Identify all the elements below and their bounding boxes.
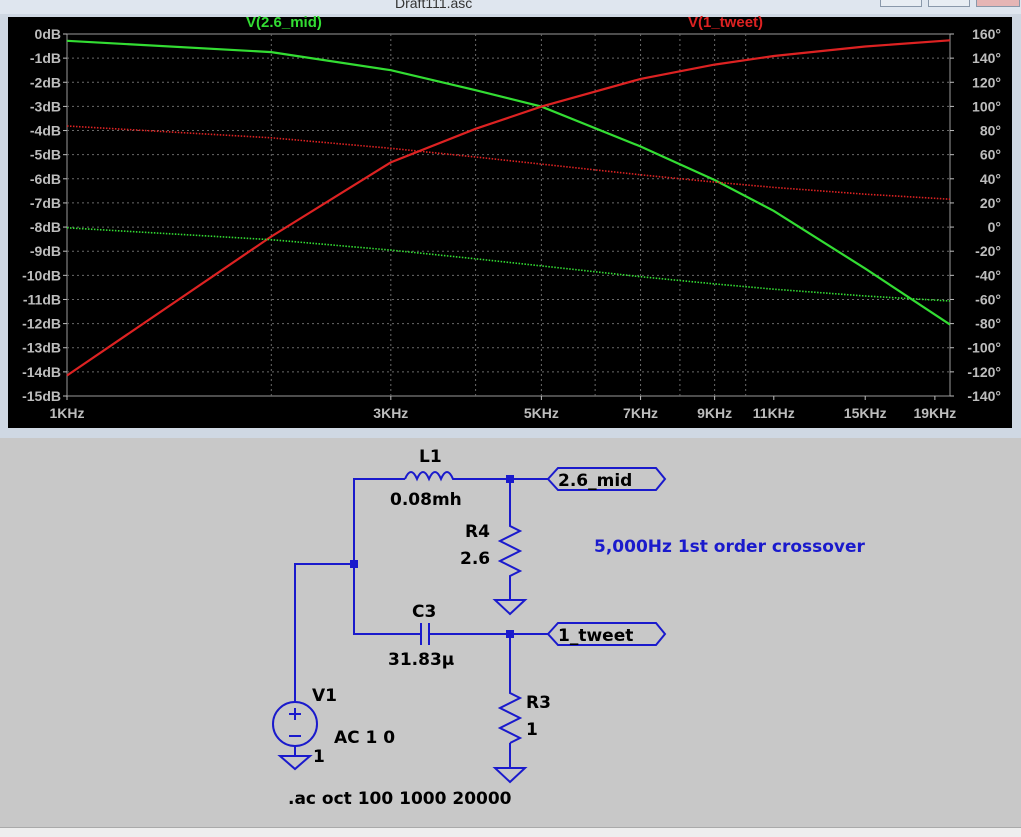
x-tick-label: 11KHz [753, 405, 795, 421]
x-tick-label: 1KHz [49, 405, 84, 421]
R4-value: 2.6 [460, 549, 490, 569]
y-left-tick-label: -12dB [22, 316, 61, 332]
x-tick-label: 5KHz [524, 405, 559, 421]
net-label-mid[interactable]: 2.6_mid [546, 467, 667, 491]
C3-label: C3 [412, 602, 436, 622]
ground-icon [492, 767, 528, 784]
resistor-R3[interactable]: R3 1 [492, 688, 551, 784]
window-title: Draft111.asc [395, 0, 473, 11]
y-right-tick-label: 120° [972, 74, 1001, 90]
y-right-tick-label: -60° [975, 291, 1001, 307]
resistor-R4[interactable]: R4 2.6 [460, 518, 528, 616]
y-left-tick-label: -4dB [30, 123, 61, 139]
y-right-tick-label: 100° [972, 98, 1001, 114]
close-button[interactable] [976, 0, 1020, 7]
L1-value: 0.08mh [390, 490, 462, 510]
comment-text[interactable]: 5,000Hz 1st order crossover [594, 537, 866, 557]
resistor-symbol [497, 518, 523, 578]
y-left-tick-label: -13dB [22, 340, 61, 356]
schematic[interactable]: L1 0.08mh R4 2.6 C3 31.83µ R3 1 V1 AC 1 … [0, 438, 1021, 827]
voltage-source-V1[interactable]: V1 AC 1 0 1 [272, 686, 395, 771]
waveform-viewer[interactable]: 0dB -1dB -2dB -3dB -4dB -5dB -6dB -7dB -8dB -9dB -… [0, 14, 1021, 438]
y-right-tick-label: 0° [988, 219, 1001, 235]
ground-icon [492, 599, 528, 616]
V1-value: AC 1 0 [334, 728, 395, 748]
y-left-tick-label: -5dB [30, 147, 61, 163]
legend-tweet[interactable]: V(1_tweet) [688, 14, 763, 31]
y-right-tick-label: 40° [980, 171, 1001, 187]
inductor-symbol [404, 471, 460, 482]
L1-label: L1 [419, 447, 442, 467]
y-right-tick-label: 160° [972, 26, 1001, 42]
x-tick-label: 19KHz [913, 405, 956, 421]
minimize-button[interactable] [880, 0, 922, 7]
maximize-button[interactable] [928, 0, 970, 7]
x-tick-label: 15KHz [844, 405, 887, 421]
y-left-tick-label: -7dB [30, 195, 61, 211]
resistor-symbol [497, 688, 523, 744]
y-right-tick-label: -40° [975, 267, 1001, 283]
x-tick-label: 7KHz [623, 405, 658, 421]
V1-series-resistance: 1 [313, 747, 325, 767]
y-left-tick-label: -3dB [30, 98, 61, 114]
C3-value: 31.83µ [388, 650, 454, 670]
y-right-tick-label: -100° [967, 340, 1001, 356]
y-left-tick-label: 0dB [35, 26, 61, 42]
y-right-tick-label: -140° [967, 388, 1001, 404]
y-left-tick-label: -9dB [30, 243, 61, 259]
x-tick-label: 3KHz [373, 405, 408, 421]
y-left-tick-label: -10dB [22, 267, 61, 283]
y-right-tick-label: 20° [980, 195, 1001, 211]
y-left-tick-label: -14dB [22, 364, 61, 380]
y-left-tick-label: -11dB [23, 291, 61, 307]
y-right-tick-label: -80° [975, 316, 1001, 332]
R4-label: R4 [465, 522, 490, 542]
y-right-tick-label: -120° [967, 364, 1001, 380]
capacitor-C3[interactable]: C3 31.83µ [388, 602, 454, 670]
net-label-tweet-text: 1_tweet [558, 626, 633, 646]
y-right-tick-label: 140° [972, 50, 1001, 66]
net-label-tweet[interactable]: 1_tweet [546, 622, 667, 646]
R3-label: R3 [526, 693, 551, 713]
title-bar: Draft111.asc [0, 0, 1021, 14]
ground-icon [277, 755, 313, 771]
spice-directive[interactable]: .ac oct 100 1000 20000 [288, 789, 512, 809]
y-left-tick-label: -1dB [30, 50, 61, 66]
plot-area[interactable]: 0dB -1dB -2dB -3dB -4dB -5dB -6dB -7dB -8dB -9dB -… [0, 14, 1021, 438]
y-right-tick-label: 80° [980, 123, 1001, 139]
R3-value: 1 [526, 720, 538, 740]
V1-label: V1 [312, 686, 337, 706]
y-left-tick-label: -8dB [30, 219, 61, 235]
y-right-tick-label: 60° [980, 147, 1001, 163]
y-left-tick-label: -2dB [30, 74, 61, 90]
y-left-tick-label: -6dB [30, 171, 61, 187]
y-right-tick-label: -20° [975, 243, 1001, 259]
net-label-mid-text: 2.6_mid [558, 471, 632, 491]
plot-background [8, 17, 1012, 428]
x-tick-label: 9KHz [697, 405, 732, 421]
legend-mid[interactable]: V(2.6_mid) [246, 14, 322, 31]
y-left-tick-label: -15dB [22, 388, 61, 404]
